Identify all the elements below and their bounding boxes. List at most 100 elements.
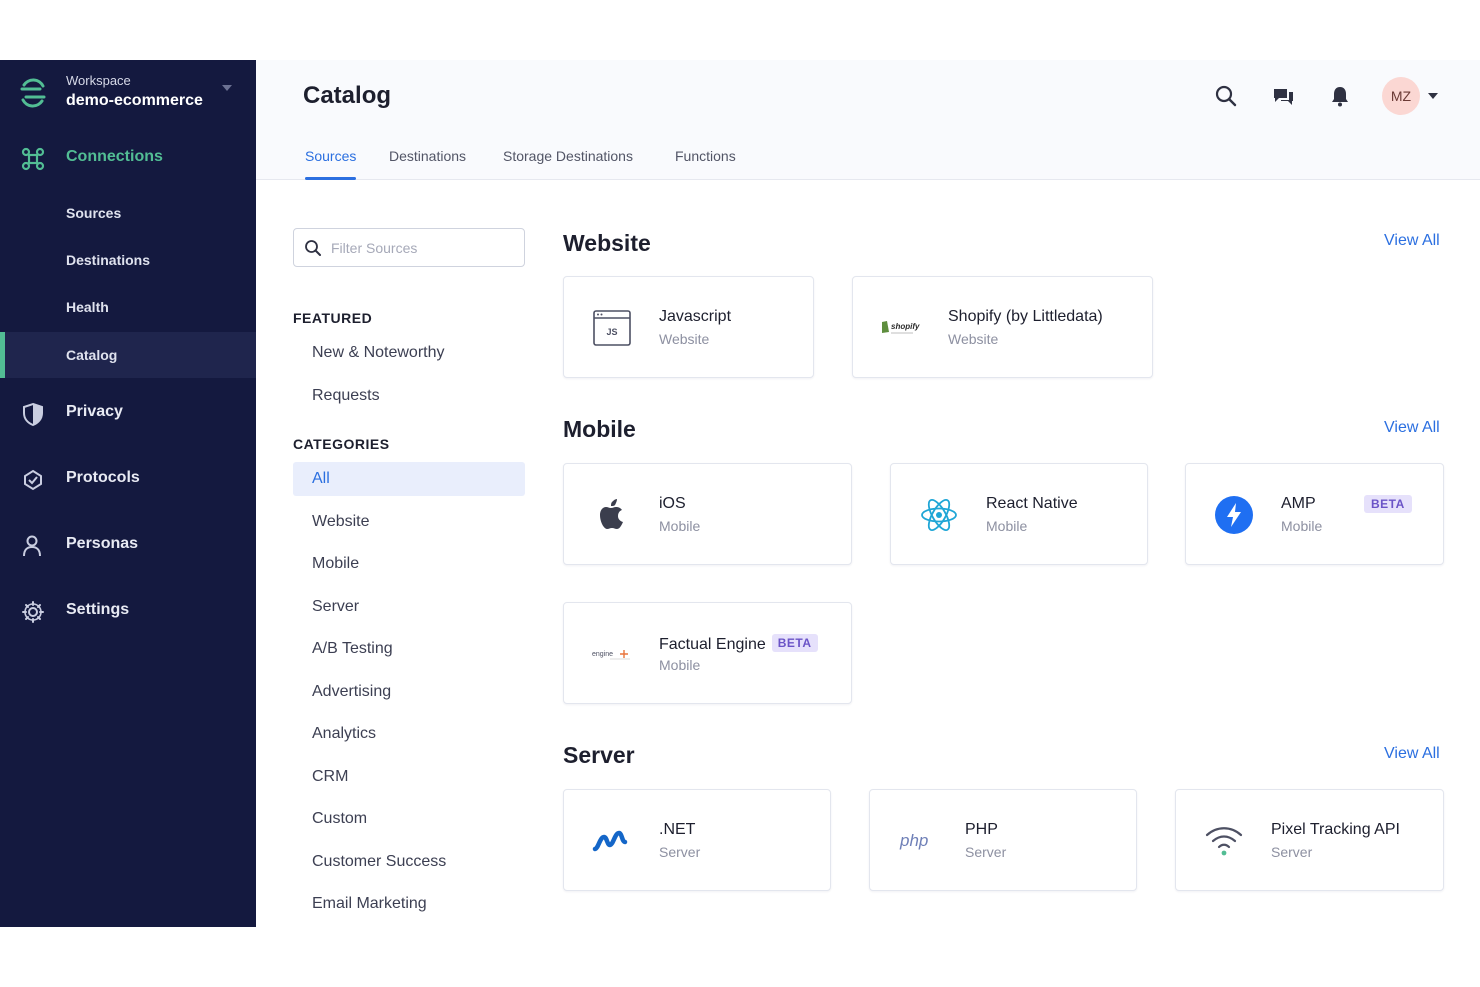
source-card-ios[interactable]: iOS Mobile xyxy=(563,463,852,565)
source-category: Mobile xyxy=(986,518,1028,534)
source-card-javascript[interactable]: JS Javascript Website xyxy=(563,276,814,378)
nav-personas[interactable]: Personas xyxy=(0,521,256,567)
filter-label: A/B Testing xyxy=(312,640,393,657)
category-customer-success[interactable]: Customer Success xyxy=(293,845,525,879)
shield-icon xyxy=(23,402,43,427)
filter-label: Customer Success xyxy=(312,853,447,870)
chat-icon[interactable] xyxy=(1269,82,1297,110)
source-card-factual-engine[interactable]: engine Factual Engine BETA Mobile xyxy=(563,602,852,704)
javascript-icon-text: JS xyxy=(606,327,617,337)
beta-badge: BETA xyxy=(771,634,818,652)
sidebar-item-label: Sources xyxy=(66,205,122,221)
page-title: Catalog xyxy=(303,82,392,109)
source-name-row: Factual Engine BETA xyxy=(659,634,818,654)
category-all[interactable]: All xyxy=(293,462,525,496)
featured-heading: FEATURED xyxy=(293,310,373,326)
filter-label: Analytics xyxy=(312,725,377,742)
wifi-icon xyxy=(1202,821,1246,861)
nav-settings[interactable]: Settings xyxy=(0,587,256,633)
filter-requests[interactable]: Requests xyxy=(293,379,525,413)
category-website[interactable]: Website xyxy=(293,505,525,539)
filter-sources-field[interactable] xyxy=(293,228,525,267)
category-analytics[interactable]: Analytics xyxy=(293,717,525,751)
filter-label: Advertising xyxy=(312,683,392,700)
source-name: PHP xyxy=(965,821,998,838)
view-all-server-link[interactable]: View All xyxy=(1384,745,1440,763)
category-advertising[interactable]: Advertising xyxy=(293,675,525,709)
view-all-website-link[interactable]: View All xyxy=(1384,232,1440,250)
bell-icon[interactable] xyxy=(1326,82,1354,110)
main-content: Catalog MZ Sources Destinations Storage … xyxy=(256,60,1480,927)
javascript-icon: JS xyxy=(590,308,634,348)
chevron-down-icon[interactable] xyxy=(1428,93,1438,99)
section-title-website: Website xyxy=(563,230,651,256)
dotnet-icon xyxy=(590,821,634,861)
source-card-php[interactable]: php PHP Server xyxy=(869,789,1137,891)
connections-icon xyxy=(21,147,45,171)
nav-privacy[interactable]: Privacy xyxy=(0,389,256,435)
tab-destinations[interactable]: Destinations xyxy=(389,148,466,180)
source-name: Javascript xyxy=(659,308,732,325)
category-server[interactable]: Server xyxy=(293,590,525,624)
source-name: Factual Engine xyxy=(659,636,766,653)
source-category: Mobile xyxy=(659,657,701,673)
source-card-dotnet[interactable]: .NET Server xyxy=(563,789,831,891)
filter-label: Requests xyxy=(312,387,380,404)
section-title-mobile: Mobile xyxy=(563,416,636,442)
filter-label: New & Noteworthy xyxy=(312,344,445,361)
sidebar-item-sources[interactable]: Sources xyxy=(0,190,256,236)
nav-connections[interactable]: Connections xyxy=(0,134,256,180)
tab-storage-destinations[interactable]: Storage Destinations xyxy=(503,148,633,180)
source-card-shopify[interactable]: shopify Shopify (by Littledata) Website xyxy=(852,276,1153,378)
source-name: AMP xyxy=(1281,495,1316,512)
shopify-logo-icon: shopify xyxy=(879,308,923,348)
filter-label: Website xyxy=(312,513,370,530)
apple-icon xyxy=(590,495,634,535)
sidebar-item-health[interactable]: Health xyxy=(0,284,256,330)
sidebar-item-destinations[interactable]: Destinations xyxy=(0,237,256,283)
source-name: .NET xyxy=(659,821,696,838)
workspace-name: demo-ecommerce xyxy=(66,92,203,109)
filter-label: Server xyxy=(312,598,360,615)
category-crm[interactable]: CRM xyxy=(293,760,525,794)
workspace-switcher[interactable]: Workspace demo-ecommerce xyxy=(18,72,248,116)
avatar[interactable]: MZ xyxy=(1382,77,1420,115)
factual-engine-logo-text: engine xyxy=(592,651,613,658)
tab-functions[interactable]: Functions xyxy=(675,148,736,180)
tab-sources[interactable]: Sources xyxy=(305,148,357,180)
source-name: Shopify (by Littledata) xyxy=(948,308,1103,325)
source-name: Pixel Tracking API xyxy=(1271,821,1400,838)
filter-sources-input[interactable] xyxy=(331,237,511,259)
source-card-pixel-tracking-api[interactable]: Pixel Tracking API Server xyxy=(1175,789,1444,891)
filter-new-noteworthy[interactable]: New & Noteworthy xyxy=(293,336,525,370)
filter-label: Mobile xyxy=(312,555,360,572)
category-ab-testing[interactable]: A/B Testing xyxy=(293,632,525,666)
search-icon[interactable] xyxy=(1212,82,1240,110)
source-card-react-native[interactable]: React Native Mobile xyxy=(890,463,1148,565)
search-icon xyxy=(305,240,321,256)
category-email-marketing[interactable]: Email Marketing xyxy=(293,887,525,921)
php-logo-text: php xyxy=(899,831,928,850)
source-card-amp[interactable]: AMP Mobile BETA xyxy=(1185,463,1444,565)
gear-icon xyxy=(22,601,44,623)
workspace-label: Workspace xyxy=(66,73,131,88)
category-mobile[interactable]: Mobile xyxy=(293,547,525,581)
view-all-mobile-link[interactable]: View All xyxy=(1384,419,1440,437)
nav-personas-label: Personas xyxy=(66,535,139,552)
nav-protocols-label: Protocols xyxy=(66,469,140,486)
shopify-logo-text: shopify xyxy=(891,322,920,331)
filter-label: Email Marketing xyxy=(312,895,427,912)
sidebar-item-catalog[interactable]: Catalog xyxy=(0,332,256,378)
nav-privacy-label: Privacy xyxy=(66,403,123,420)
category-custom[interactable]: Custom xyxy=(293,802,525,836)
filter-label: Custom xyxy=(312,810,368,827)
source-category: Server xyxy=(659,844,701,860)
segment-logo-icon xyxy=(20,78,46,108)
nav-connections-label: Connections xyxy=(66,148,163,165)
source-category: Server xyxy=(1271,844,1313,860)
amp-icon xyxy=(1212,495,1256,535)
sidebar-item-label: Destinations xyxy=(66,252,151,268)
source-category: Mobile xyxy=(659,518,701,534)
nav-protocols[interactable]: Protocols xyxy=(0,455,256,501)
person-icon xyxy=(23,535,41,557)
